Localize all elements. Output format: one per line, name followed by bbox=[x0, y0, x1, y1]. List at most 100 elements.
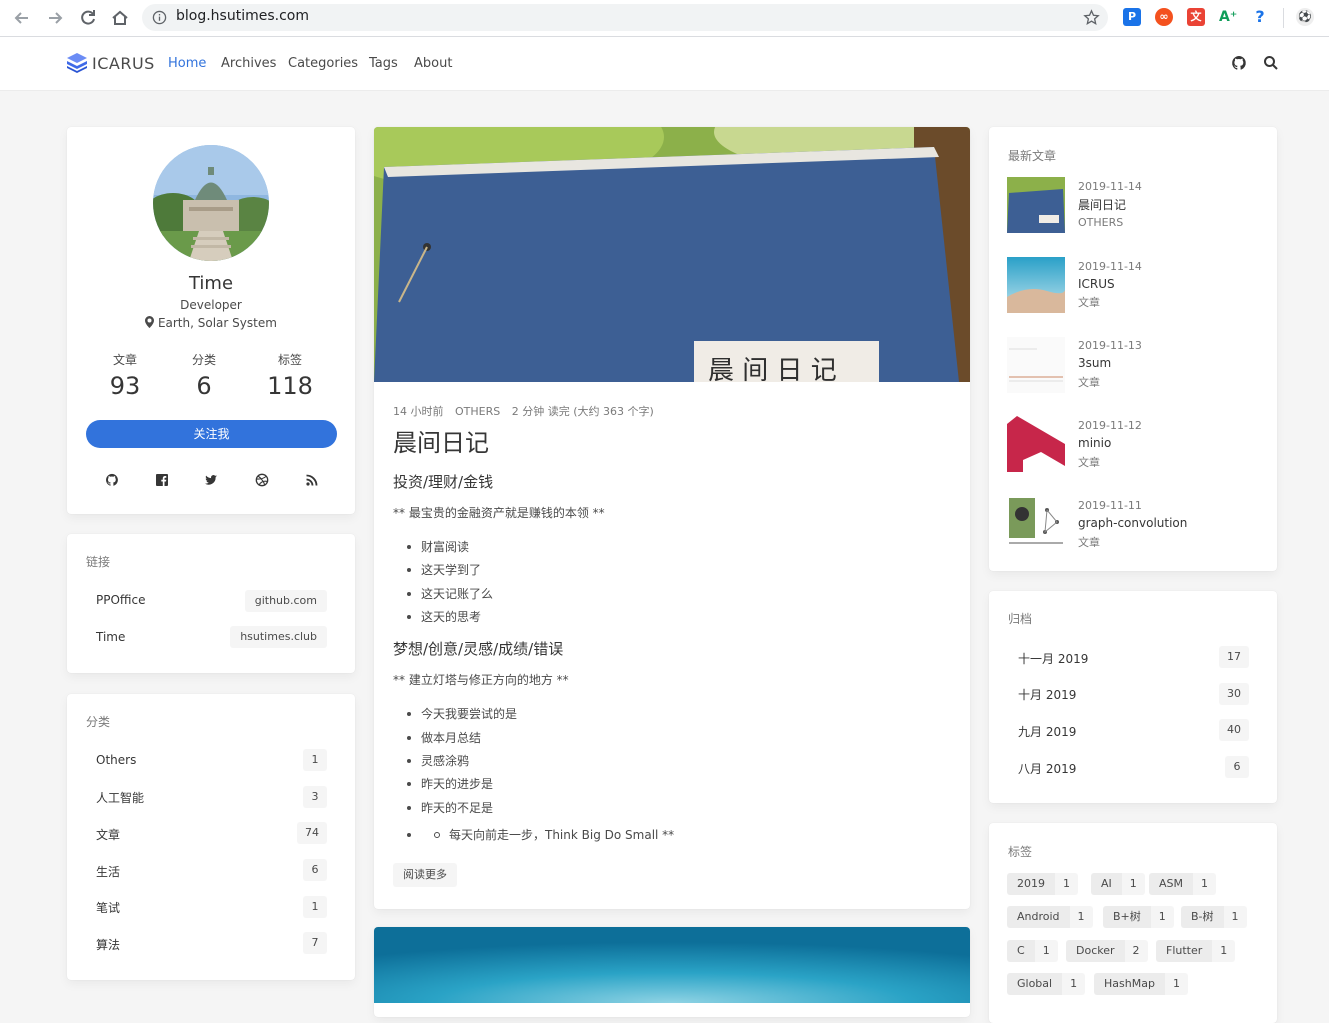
archives-card: 归档 十一月 2019 17 十月 2019 30 九月 2019 40 八月 … bbox=[989, 591, 1277, 803]
recent-thumb[interactable] bbox=[1007, 257, 1065, 313]
post-cover-image[interactable]: 晨 间 日 记 bbox=[374, 127, 970, 382]
recent-post-title[interactable]: 晨间日记 bbox=[1078, 196, 1126, 213]
category-name[interactable]: 文章 bbox=[96, 826, 120, 843]
dribbble-icon[interactable] bbox=[255, 473, 269, 487]
recent-category[interactable]: 文章 bbox=[1078, 534, 1100, 550]
stat-value: 118 bbox=[267, 372, 313, 400]
bullet bbox=[407, 759, 411, 763]
category-count: 7 bbox=[303, 932, 327, 954]
recent-thumb[interactable] bbox=[1007, 177, 1065, 233]
recent-category[interactable]: OTHERS bbox=[1078, 216, 1123, 229]
extension-p-icon[interactable]: P bbox=[1123, 8, 1141, 26]
post-title[interactable]: 晨间日记 bbox=[393, 423, 489, 458]
archive-month[interactable]: 九月 2019 bbox=[1018, 723, 1076, 740]
tag[interactable]: B-树 1 bbox=[1181, 906, 1247, 928]
stat-categories[interactable]: 分类 6 bbox=[164, 351, 244, 400]
stat-label: 标签 bbox=[277, 353, 302, 367]
recent-post-title[interactable]: ICRUS bbox=[1078, 277, 1115, 291]
tag[interactable]: AI 1 bbox=[1091, 873, 1145, 895]
category-count: 6 bbox=[303, 859, 327, 881]
recent-post-title[interactable]: minio bbox=[1078, 436, 1111, 450]
category-name[interactable]: 算法 bbox=[96, 936, 120, 953]
address-bar[interactable]: blog.hsutimes.com bbox=[142, 4, 1108, 31]
archive-month[interactable]: 十月 2019 bbox=[1018, 686, 1076, 703]
extension-infinity-icon[interactable]: ∞ bbox=[1155, 8, 1173, 26]
category-name[interactable]: 笔试 bbox=[96, 899, 120, 916]
profile-avatar-icon[interactable]: ⚽ bbox=[1296, 8, 1314, 26]
category-name[interactable]: 人工智能 bbox=[96, 789, 144, 806]
link-host-tag[interactable]: hsutimes.club bbox=[230, 626, 327, 648]
stat-label: 文章 bbox=[112, 353, 137, 367]
toolbar-divider bbox=[1283, 8, 1284, 28]
twitter-icon[interactable] bbox=[204, 473, 218, 487]
search-icon[interactable] bbox=[1263, 55, 1279, 71]
info-icon[interactable] bbox=[152, 10, 167, 25]
bookmark-star-icon[interactable] bbox=[1083, 9, 1100, 26]
tag[interactable]: Flutter 1 bbox=[1156, 940, 1236, 962]
archive-month[interactable]: 十一月 2019 bbox=[1018, 650, 1088, 667]
recent-date: 2019-11-13 bbox=[1078, 339, 1142, 352]
category-name[interactable]: Others bbox=[96, 753, 136, 767]
recent-post-title[interactable]: graph-convolution bbox=[1078, 516, 1187, 530]
nav-categories[interactable]: Categories bbox=[288, 56, 358, 71]
bullet-nested bbox=[434, 832, 440, 838]
facebook-icon[interactable] bbox=[155, 473, 169, 487]
nav-home[interactable]: Home bbox=[168, 56, 206, 71]
link-host-tag[interactable]: github.com bbox=[244, 590, 327, 612]
url-text[interactable]: blog.hsutimes.com bbox=[176, 8, 309, 24]
tag[interactable]: ASM 1 bbox=[1149, 873, 1216, 895]
tag[interactable]: HashMap 1 bbox=[1094, 973, 1188, 995]
home-icon[interactable] bbox=[110, 8, 130, 28]
tag-count: 1 bbox=[1223, 906, 1247, 928]
list-item: 灵感涂鸦 bbox=[421, 754, 470, 768]
tag-name: 2019 bbox=[1007, 873, 1055, 895]
recent-post-title[interactable]: 3sum bbox=[1078, 356, 1111, 370]
recent-category[interactable]: 文章 bbox=[1078, 374, 1100, 390]
post-category[interactable]: OTHERS bbox=[455, 405, 500, 418]
tag[interactable]: B+树 1 bbox=[1103, 906, 1174, 928]
nav-archives[interactable]: Archives bbox=[221, 56, 276, 71]
forward-icon[interactable] bbox=[45, 8, 65, 28]
recent-date: 2019-11-14 bbox=[1078, 260, 1142, 273]
tag-count: 1 bbox=[1034, 940, 1058, 962]
tag-count: 2 bbox=[1124, 940, 1148, 962]
list-item: 财富阅读 bbox=[421, 540, 470, 554]
profile-name: Time bbox=[188, 273, 234, 294]
github-icon[interactable] bbox=[105, 473, 119, 487]
archive-month[interactable]: 八月 2019 bbox=[1018, 760, 1076, 777]
recent-category[interactable]: 文章 bbox=[1078, 454, 1100, 470]
extension-help-icon[interactable]: ? bbox=[1251, 8, 1269, 26]
post-meta: 14 小时前 OTHERS 2 分钟 读完 (大约 363 个字) bbox=[393, 403, 662, 419]
tag[interactable]: 2019 1 bbox=[1007, 873, 1078, 895]
tag[interactable]: Android 1 bbox=[1007, 906, 1093, 928]
recent-thumb[interactable] bbox=[1007, 416, 1065, 472]
extension-translate-icon[interactable]: 文 bbox=[1187, 8, 1205, 26]
tag[interactable]: C1 bbox=[1007, 940, 1058, 962]
post-read-time: 2 分钟 读完 (大约 363 个字) bbox=[511, 405, 654, 418]
extension-font-icon[interactable]: A⁺ bbox=[1219, 8, 1237, 26]
recent-thumb[interactable] bbox=[1007, 496, 1065, 552]
next-post-cover-image[interactable] bbox=[374, 927, 970, 1003]
nav-about[interactable]: About bbox=[414, 56, 452, 71]
list-item: 今天我要尝试的是 bbox=[421, 707, 518, 721]
follow-button[interactable]: 关注我 bbox=[86, 420, 337, 448]
github-icon[interactable] bbox=[1231, 55, 1247, 71]
post-paragraph: ** 建立灯塔与修正方向的地方 ** bbox=[393, 673, 569, 687]
stat-posts[interactable]: 文章 93 bbox=[85, 351, 165, 400]
recent-thumb[interactable] bbox=[1007, 337, 1065, 393]
tag[interactable]: Global 1 bbox=[1007, 973, 1086, 995]
tag[interactable]: Docker 2 bbox=[1066, 940, 1148, 962]
rss-icon[interactable] bbox=[305, 473, 319, 487]
stat-tags[interactable]: 标签 118 bbox=[250, 351, 330, 400]
tag-count: 1 bbox=[1062, 973, 1086, 995]
nav-tags[interactable]: Tags bbox=[369, 56, 398, 71]
bullet bbox=[407, 806, 411, 810]
back-icon[interactable] bbox=[12, 8, 32, 28]
recent-category[interactable]: 文章 bbox=[1078, 294, 1100, 310]
reload-icon[interactable] bbox=[78, 8, 98, 28]
link-name[interactable]: PPOffice bbox=[96, 593, 146, 607]
read-more-button[interactable]: 阅读更多 bbox=[393, 863, 457, 887]
recent-posts-card: 最新文章 2019-11-14 晨间日记 OTHERS 2019-11-14 I… bbox=[989, 127, 1277, 571]
link-name[interactable]: Time bbox=[96, 630, 125, 644]
category-name[interactable]: 生活 bbox=[96, 863, 120, 880]
